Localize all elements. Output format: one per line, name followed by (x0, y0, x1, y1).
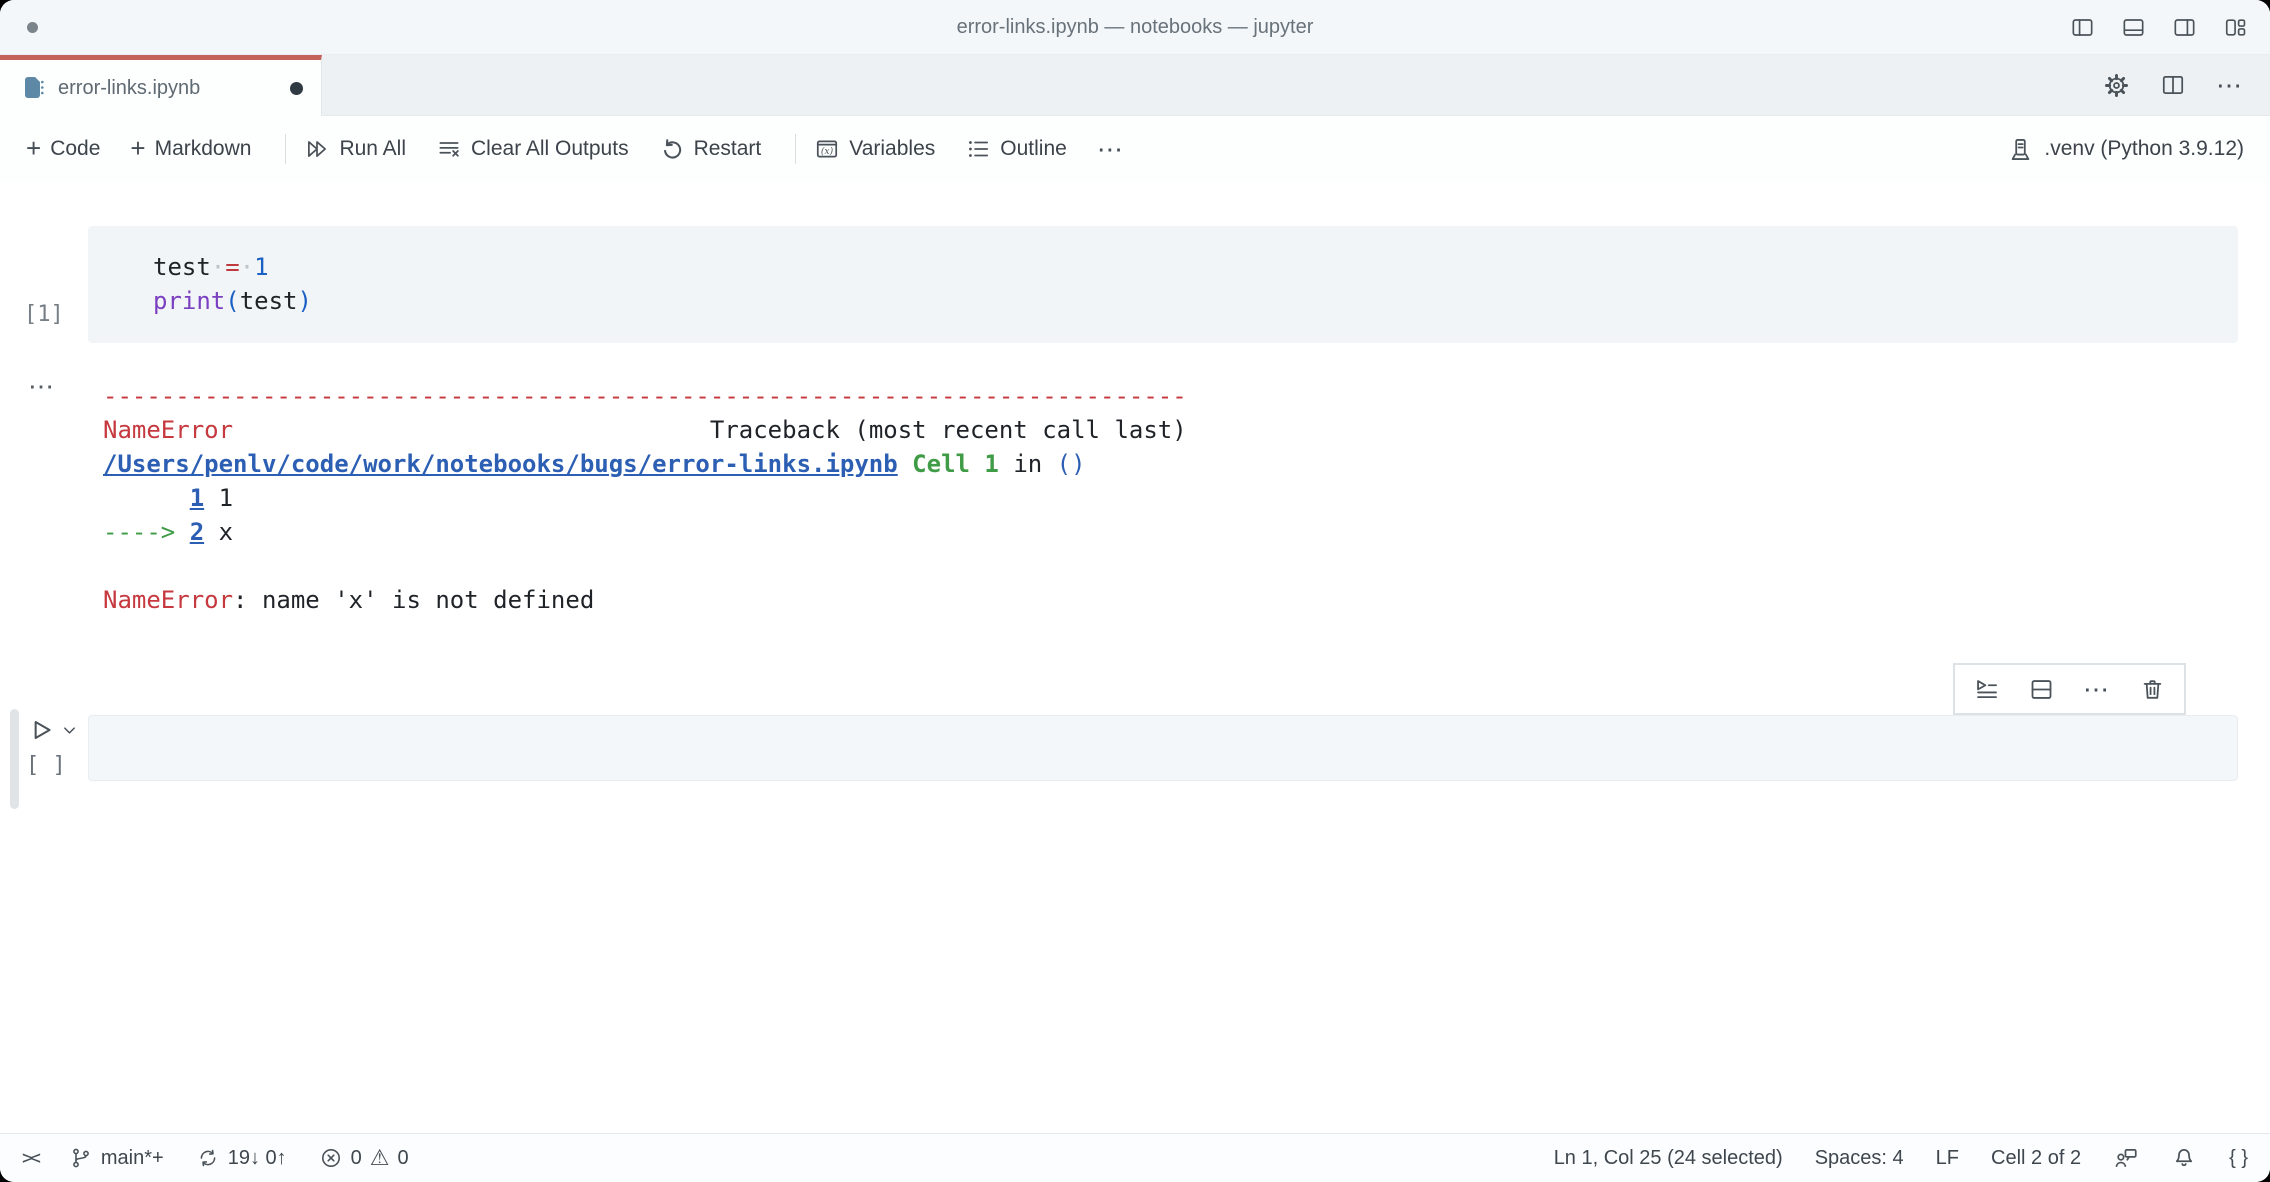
git-branch-status[interactable]: main*+ (69, 1146, 164, 1170)
more-actions-icon[interactable]: ⋯ (2216, 72, 2244, 98)
feedback-icon[interactable] (2113, 1145, 2139, 1171)
status-bar-left: >< main*+ 19↓ 0↑ 0 ⚠ 0 (22, 1146, 409, 1170)
traceback-output: ----------------------------------------… (88, 379, 2238, 617)
toggle-panel-icon[interactable] (2121, 15, 2146, 40)
chevron-down-icon (64, 726, 75, 734)
split-editor-icon[interactable] (2160, 72, 2186, 98)
run-cell-button[interactable] (26, 715, 77, 745)
execution-count: [ ] (26, 753, 66, 778)
customize-layout-icon[interactable] (2223, 15, 2248, 40)
execution-count: [1] (24, 302, 64, 327)
cell-more-actions-icon[interactable]: ⋯ (2083, 676, 2111, 702)
status-bar: >< main*+ 19↓ 0↑ 0 ⚠ 0 Ln 1, Col 25 (24 … (0, 1133, 2270, 1182)
play-icon (34, 720, 51, 740)
outline-label: Outline (1000, 137, 1067, 160)
cursor-position-status[interactable]: Ln 1, Col 25 (24 selected) (1554, 1147, 1783, 1170)
output-gutter: ⋯ (0, 371, 88, 617)
output-options-icon[interactable]: ⋯ (28, 371, 55, 402)
tabbar-actions: ⋯ (2103, 55, 2244, 115)
traceback-link[interactable]: 2 (190, 518, 204, 546)
cell-1-gutter: [1] (0, 226, 88, 343)
code-cell-2: [ ] (0, 709, 2270, 809)
cell-2-code-editor[interactable] (88, 715, 2238, 781)
git-branch-icon (72, 1148, 89, 1168)
sync-count-label: 19↓ 0↑ (227, 1146, 287, 1169)
traceback-lines: ----------------------------------------… (103, 382, 1187, 614)
tab-error-links[interactable]: error-links.ipynb (0, 55, 322, 116)
kernel-picker-button[interactable]: .venv (Python 3.9.12) (2007, 136, 2244, 163)
notifications-bell-icon[interactable] (2171, 1145, 2197, 1171)
cell-1-output: ⋯ --------------------------------------… (0, 371, 2270, 617)
execute-above-cells-icon[interactable] (1973, 676, 2000, 703)
add-markdown-cell-button[interactable]: + Markdown (130, 133, 252, 163)
toolbar-separator (285, 134, 287, 164)
kernel-label: .venv (Python 3.9.12) (2044, 137, 2244, 160)
run-all-label: Run All (339, 137, 406, 160)
variables-button[interactable]: (x) Variables (814, 136, 935, 162)
variables-label: Variables (849, 137, 936, 160)
eol-status[interactable]: LF (1936, 1147, 1959, 1170)
traceback-link[interactable]: /Users/penlv/code/work/notebooks/bugs/er… (103, 450, 898, 478)
errors-icon (321, 1149, 340, 1167)
cell-2-gutter: [ ] (0, 709, 88, 809)
cell-1-code: test·=·1 print(test) (153, 253, 312, 315)
restart-label: Restart (693, 137, 762, 160)
svg-text:(x): (x) (821, 146, 834, 157)
sync-icon (200, 1149, 216, 1167)
add-markdown-label: Markdown (154, 137, 252, 160)
notebook-toolbar: + Code + Markdown Run All Clear All Outp… (0, 116, 2270, 182)
toolbar-more-actions[interactable]: ⋯ (1097, 136, 1125, 162)
error-count: 0 (350, 1146, 362, 1169)
notebook-file-icon (22, 74, 46, 102)
clear-outputs-icon (439, 142, 459, 157)
code-cell-2-wrapper: ⋯ [ ] (0, 663, 2270, 809)
unsaved-changes-dot[interactable] (290, 81, 303, 95)
window-control-dot[interactable] (27, 22, 38, 33)
kernel-environment-icon (2012, 138, 2030, 160)
sync-changes-status[interactable]: 19↓ 0↑ (196, 1146, 287, 1170)
run-all-icon (308, 141, 327, 157)
tab-bar: error-links.ipynb ⋯ (0, 55, 2270, 116)
code-cell-1: [1] test·=·1 print(test) (0, 226, 2270, 343)
cell-focus-indicator (10, 709, 19, 809)
traceback-link[interactable]: 1 (190, 484, 204, 512)
branch-label: main*+ (100, 1146, 164, 1169)
plus-icon: + (26, 133, 42, 163)
notebook-editor: [1] test·=·1 print(test) ⋯ --------------… (0, 182, 2270, 1133)
variables-icon: (x) (817, 140, 838, 158)
restart-icon (663, 139, 681, 159)
cell-hover-toolbar: ⋯ (1953, 663, 2186, 715)
outline-icon (969, 141, 989, 157)
delete-cell-icon[interactable] (2139, 676, 2166, 703)
remote-window-icon[interactable]: >< (22, 1147, 41, 1169)
braces-indicator[interactable]: { } (2229, 1147, 2248, 1170)
problems-status[interactable]: 0 ⚠ 0 (319, 1146, 409, 1170)
warnings-icon: ⚠ (369, 1145, 390, 1170)
clear-all-outputs-label: Clear All Outputs (471, 137, 629, 160)
toggle-primary-sidebar-icon[interactable] (2070, 15, 2095, 40)
add-code-label: Code (50, 137, 101, 160)
status-bar-right: Ln 1, Col 25 (24 selected) Spaces: 4 LF … (1554, 1145, 2248, 1171)
cell-position-status[interactable]: Cell 2 of 2 (1991, 1147, 2081, 1170)
toggle-secondary-sidebar-icon[interactable] (2172, 15, 2197, 40)
notebook-settings-gear-icon[interactable] (2103, 72, 2130, 99)
toolbar-separator (795, 134, 797, 164)
split-cell-icon[interactable] (2028, 676, 2055, 703)
run-all-button[interactable]: Run All (304, 136, 406, 162)
window-title: error-links.ipynb — notebooks — jupyter (956, 15, 1314, 38)
outline-button[interactable]: Outline (965, 136, 1067, 162)
clear-all-outputs-button[interactable]: Clear All Outputs (436, 136, 629, 162)
warning-count: 0 (397, 1146, 409, 1169)
indentation-status[interactable]: Spaces: 4 (1815, 1147, 1904, 1170)
cell-1-code-editor[interactable]: test·=·1 print(test) (88, 226, 2238, 343)
add-code-cell-button[interactable]: + Code (26, 133, 101, 163)
title-bar: error-links.ipynb — notebooks — jupyter (0, 0, 2270, 55)
plus-icon: + (130, 133, 146, 163)
restart-kernel-button[interactable]: Restart (659, 136, 762, 162)
tab-label: error-links.ipynb (58, 76, 201, 99)
titlebar-actions (2070, 0, 2248, 54)
vscode-window: error-links.ipynb — notebooks — jupyter … (0, 0, 2270, 1182)
more-actions-icon: ⋯ (1096, 134, 1125, 164)
